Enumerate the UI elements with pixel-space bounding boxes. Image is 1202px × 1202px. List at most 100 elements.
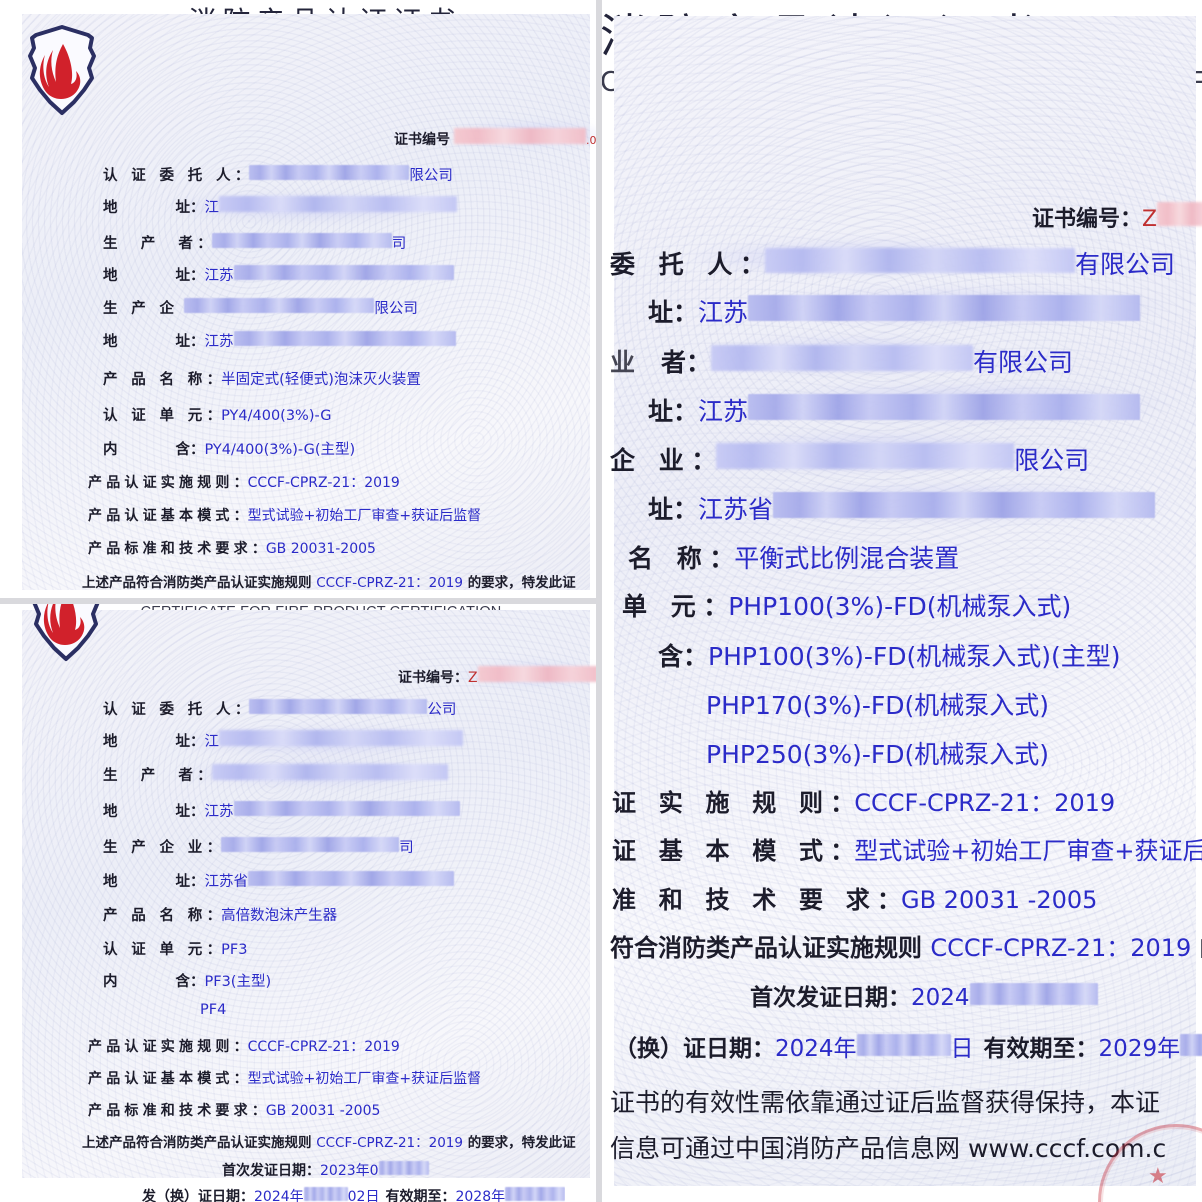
producer-redacted-b bbox=[211, 764, 448, 780]
cert-number-redacted bbox=[477, 666, 596, 682]
validity-note-pre: 信息可通过中国消防产品信息网 bbox=[610, 1134, 961, 1163]
applicant-tail: 限公司 bbox=[409, 168, 453, 184]
rule-row-right: 证 实 施 规 则 ： CCCF-CPRZ-21：2019 bbox=[612, 783, 1115, 818]
includes-row-top-left: 内 含 ： PY4/400(3%)-G(主型) bbox=[103, 438, 355, 459]
manufacturer-tail-r: 限公司 bbox=[1014, 446, 1090, 475]
includes-row-3-right: PHP250(3%)-FD(机械泵入式) bbox=[706, 735, 1049, 771]
colon-8: ： bbox=[190, 442, 205, 458]
standard-row-right: 准 和 技 术 要 求 ： GB 20031 -2005 bbox=[612, 880, 1097, 915]
address-prefix-b3: 江苏省 bbox=[204, 874, 249, 890]
producer-row-right: 业 者 ： 有限公司 bbox=[610, 343, 1073, 379]
address-row-1-right: 址 ： 江苏 bbox=[648, 293, 1141, 329]
address-row-2-top-left: 地 址 ： 江苏 bbox=[103, 264, 454, 285]
mode-row-top-left: 产品认证基本模式 ： 型式试验+初始工厂审查+获证后监督 bbox=[88, 505, 481, 525]
colon-4: ： bbox=[190, 268, 205, 284]
colon-r11: ： bbox=[830, 837, 855, 865]
includes-row-2-right: PHP170(3%)-FD(机械泵入式) bbox=[706, 686, 1049, 722]
includes-row-1-right: 含 ： PHP100(3%)-FD(机械泵入式)(主型) bbox=[658, 637, 1121, 673]
address-label-r2: 址 bbox=[648, 397, 674, 426]
includes-value-r2: PHP170(3%)-FD(机械泵入式) bbox=[706, 691, 1049, 720]
rule-row-bottom-left: 产品认证实施规则 ： CCCF-CPRZ-21：2019 bbox=[88, 1036, 400, 1056]
cert-number-row-right: 证书编号： Z bbox=[1032, 201, 1202, 233]
producer-label-b: 生 产 者 bbox=[103, 768, 198, 784]
colon-b1: ： bbox=[234, 702, 250, 718]
address-redacted-b1 bbox=[219, 730, 463, 746]
certificate-top-left: 消防产品认证证书 CERTIFICATE FOR FIRE PRODUCT CE… bbox=[0, 0, 596, 600]
rule-value-b: CCCF-CPRZ-21：2019 bbox=[247, 1039, 400, 1055]
colon-b8: ： bbox=[206, 942, 222, 958]
mode-label-b: 产品认证基本模式 bbox=[88, 1071, 234, 1087]
applicant-row-bottom-left: 认 证 委 托 人 ： 公司 bbox=[103, 698, 456, 719]
manufacturer-label: 生 产 企 bbox=[103, 301, 179, 317]
colon-2: ： bbox=[190, 200, 205, 216]
colon-b6: ： bbox=[190, 874, 205, 890]
address-label-r3: 址 bbox=[648, 495, 674, 524]
producer-label-r: 者 bbox=[661, 348, 687, 377]
address-label-2: 地 址 bbox=[103, 268, 190, 284]
address-prefix-r3: 江苏省 bbox=[698, 495, 774, 524]
address-prefix-b1: 江 bbox=[204, 734, 220, 750]
address-row-3-bottom-left: 地 址 ： 江苏省 bbox=[103, 870, 454, 891]
applicant-label-r: 委 托 人 bbox=[610, 250, 740, 279]
reissue-value-b: 2024年 bbox=[254, 1189, 304, 1202]
reissue-redacted-r bbox=[856, 1034, 951, 1056]
includes-value-r3: PHP250(3%)-FD(机械泵入式) bbox=[706, 740, 1049, 769]
producer-redacted-r bbox=[711, 345, 974, 371]
product-name-row-right: 名 称 ： 平衡式比例混合装置 bbox=[628, 539, 959, 575]
colon-r6: ： bbox=[673, 495, 699, 524]
first-issue-value-b: 2023年0 bbox=[320, 1163, 379, 1179]
divider-vertical bbox=[596, 0, 602, 1202]
includes-value-r1: PHP100(3%)-FD(机械泵入式)(主型) bbox=[708, 642, 1121, 671]
rule-label: 产品认证实施规则 bbox=[88, 475, 234, 491]
first-issue-value-r: 2024 bbox=[911, 985, 970, 1011]
standard-value-b: GB 20031 -2005 bbox=[265, 1103, 381, 1119]
rule-value: CCCF-CPRZ-21：2019 bbox=[247, 475, 400, 491]
footer-rule-r: CCCF-CPRZ-21：2019 bbox=[930, 934, 1192, 962]
standard-label: 产品标准和技术要求 bbox=[88, 541, 252, 557]
cert-unit-label-r: 单 元 bbox=[622, 592, 704, 621]
cert-unit-row-bottom-left: 认 证 单 元 ： PF3 bbox=[103, 938, 247, 959]
manufacturer-redacted bbox=[184, 298, 375, 313]
mode-value-b: 型式试验+初始工厂审查+获证后监督 bbox=[247, 1071, 482, 1087]
standard-value: GB 20031-2005 bbox=[265, 541, 376, 557]
applicant-redacted bbox=[249, 165, 410, 180]
mode-row-right: 证 基 本 模 式 ： 型式试验+初始工厂审查+获证后监督 bbox=[612, 831, 1202, 866]
colon-5: ： bbox=[190, 334, 205, 350]
colon-7: ： bbox=[206, 408, 222, 424]
standard-value-r: GB 20031 -2005 bbox=[900, 886, 1098, 914]
applicant-label: 认 证 委 托 人 bbox=[103, 702, 235, 718]
colon-b9: ： bbox=[190, 974, 205, 990]
manufacturer-row-right: 企 业 ： 限公司 bbox=[610, 441, 1089, 477]
product-name-label: 产 品 名 称 bbox=[103, 372, 207, 388]
reissue-redacted-b bbox=[303, 1187, 348, 1201]
cert-unit-label: 认 证 单 元 bbox=[103, 408, 207, 424]
address-row-1-top-left: 地 址 ： 江 bbox=[103, 196, 457, 217]
colon-b11: ： bbox=[233, 1071, 248, 1087]
applicant-label: 认 证 委 托 人 bbox=[103, 168, 235, 184]
colon-1: ： bbox=[234, 168, 250, 184]
colon-r9: ： bbox=[683, 642, 709, 671]
rule-row-top-left: 产品认证实施规则 ： CCCF-CPRZ-21：2019 bbox=[88, 472, 400, 492]
address-label-3: 地 址 bbox=[103, 334, 190, 350]
rule-label-b: 产品认证实施规则 bbox=[88, 1039, 234, 1055]
colon-b12: ： bbox=[251, 1103, 266, 1119]
valid-value-b: 2028年 bbox=[455, 1189, 506, 1202]
includes-value-b: PF3(主型) bbox=[204, 974, 272, 990]
address-label-b3: 地 址 bbox=[103, 874, 190, 890]
manufacturer-label-b: 生 产 企 业 bbox=[103, 840, 207, 856]
certificate-bottom-left: CERTIFICATE FOR FIRE PRODUCT CERTIFICATI… bbox=[0, 604, 596, 1202]
validity-note-line-1: 证书的有效性需依靠通过证后监督获得保持，本证 bbox=[610, 1088, 1161, 1117]
address-redacted-r2 bbox=[748, 394, 1141, 420]
rule-label-r: 证 实 施 规 则 bbox=[612, 789, 831, 817]
address-redacted-1 bbox=[219, 196, 457, 212]
applicant-redacted-r bbox=[764, 248, 1075, 273]
footer-post: 的要求，特发此证 bbox=[467, 575, 576, 591]
applicant-row-right: 委 托 人 ： 有限公司 bbox=[610, 245, 1175, 281]
first-issue-row-bottom-left: 首次发证日期： 2023年0 bbox=[222, 1160, 429, 1180]
first-issue-redacted-b bbox=[378, 1161, 429, 1175]
first-issue-label-r: 首次发证日期： bbox=[750, 985, 911, 1011]
manufacturer-redacted-r bbox=[716, 443, 1015, 469]
colon-r2: ： bbox=[673, 298, 699, 327]
reissue-row-bottom-left: 发（换）证日期： 2024年 02日 有效期至： 2028年 bbox=[142, 1186, 566, 1202]
first-issue-row-right: 首次发证日期： 2024 bbox=[750, 978, 1098, 1012]
